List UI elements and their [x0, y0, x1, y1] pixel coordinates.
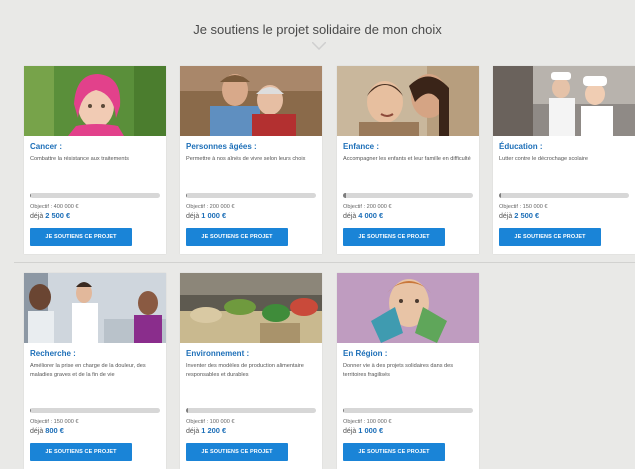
- progress-bar: [186, 193, 316, 198]
- support-project-button[interactable]: JE SOUTIENS CE PROJET: [186, 228, 288, 246]
- progress-bar: [30, 408, 160, 413]
- project-goal: Objectif : 100 000 €: [186, 419, 235, 425]
- project-photo-enfance: [337, 66, 479, 136]
- support-project-button[interactable]: JE SOUTIENS CE PROJET: [186, 443, 288, 461]
- raised-amount: 1 200 €: [201, 426, 227, 435]
- project-description: Permettre à nos aînés de vivre selon leu…: [186, 156, 306, 162]
- project-raised: déjà 2 500 €: [30, 211, 160, 222]
- project-goal: Objectif : 150 000 €: [499, 204, 548, 210]
- project-raised: déjà 2 500 €: [499, 211, 629, 222]
- project-goal: Objectif : 150 000 €: [30, 419, 79, 425]
- project-card-recherche: Recherche : Améliorer la prise en charge…: [24, 273, 166, 469]
- raised-prefix: déjà: [186, 213, 200, 220]
- support-project-button[interactable]: JE SOUTIENS CE PROJET: [30, 443, 132, 461]
- progress-fill: [30, 408, 32, 413]
- support-project-button[interactable]: JE SOUTIENS CE PROJET: [499, 228, 601, 246]
- project-goal: Objectif : 400 000 €: [30, 204, 79, 210]
- raised-amount: 2 500 €: [45, 211, 71, 220]
- raised-amount: 800 €: [45, 426, 64, 435]
- project-description: Lutter contre le décrochage scolaire: [499, 156, 588, 162]
- project-card-en-region: En Région : Donner vie à des projets sol…: [337, 273, 479, 469]
- raised-prefix: déjà: [343, 213, 357, 220]
- progress-bar: [30, 193, 160, 198]
- project-title: Enfance :: [343, 142, 380, 151]
- project-photo-education: [493, 66, 635, 136]
- support-project-button[interactable]: JE SOUTIENS CE PROJET: [30, 228, 132, 246]
- project-card-cancer: Cancer : Combattre la résistance aux tra…: [24, 66, 166, 254]
- raised-prefix: déjà: [30, 213, 44, 220]
- project-title: En Région :: [343, 349, 388, 358]
- project-description: Accompagner les enfants et leur famille …: [343, 156, 471, 162]
- progress-fill: [343, 193, 346, 198]
- project-description: Inventer des modèles de production alime…: [186, 363, 304, 378]
- project-goal: Objectif : 200 000 €: [343, 204, 392, 210]
- page-title: Je soutiens le projet solidaire de mon c…: [193, 22, 442, 37]
- project-description: Améliorer la prise en charge de la doule…: [30, 363, 146, 378]
- support-project-button[interactable]: JE SOUTIENS CE PROJET: [343, 443, 445, 461]
- raised-prefix: déjà: [343, 428, 357, 435]
- project-card-personnes-agees: Personnes âgées : Permettre à nos aînés …: [180, 66, 322, 254]
- progress-fill: [186, 408, 188, 413]
- raised-amount: 4 000 €: [358, 211, 384, 220]
- support-project-button[interactable]: JE SOUTIENS CE PROJET: [343, 228, 445, 246]
- progress-fill: [499, 193, 502, 198]
- progress-fill: [186, 193, 188, 198]
- progress-bar: [186, 408, 316, 413]
- progress-bar: [499, 193, 629, 198]
- progress-bar: [343, 408, 473, 413]
- project-photo-environnement: [180, 273, 322, 343]
- progress-fill: [343, 408, 345, 413]
- raised-amount: 2 500 €: [514, 211, 540, 220]
- project-goal: Objectif : 100 000 €: [343, 419, 392, 425]
- project-title: Éducation :: [499, 142, 543, 151]
- project-description: Combattre la résistance aux traitements: [30, 156, 129, 162]
- project-raised: déjà 4 000 €: [343, 211, 473, 222]
- project-card-environnement: Environnement : Inventer des modèles de …: [180, 273, 322, 469]
- row-divider: [14, 262, 635, 263]
- project-photo-en-region: [337, 273, 479, 343]
- raised-prefix: déjà: [186, 428, 200, 435]
- project-title: Recherche :: [30, 349, 76, 358]
- project-photo-cancer: [24, 66, 166, 136]
- project-photo-recherche: [24, 273, 166, 343]
- project-goal: Objectif : 200 000 €: [186, 204, 235, 210]
- project-card-enfance: Enfance : Accompagner les enfants et leu…: [337, 66, 479, 254]
- project-card-education: Éducation : Lutter contre le décrochage …: [493, 66, 635, 254]
- project-raised: déjà 800 €: [30, 426, 160, 437]
- raised-amount: 1 000 €: [201, 211, 227, 220]
- chevron-down-icon: [312, 42, 326, 50]
- project-raised: déjà 1 000 €: [186, 211, 316, 222]
- raised-prefix: déjà: [499, 213, 513, 220]
- project-raised: déjà 1 200 €: [186, 426, 316, 437]
- project-photo-personnes-agees: [180, 66, 322, 136]
- project-title: Cancer :: [30, 142, 63, 151]
- raised-prefix: déjà: [30, 428, 44, 435]
- raised-amount: 1 000 €: [358, 426, 384, 435]
- project-title: Environnement :: [186, 349, 250, 358]
- project-description: Donner vie à des projets solidaires dans…: [343, 363, 454, 378]
- progress-fill: [30, 193, 32, 198]
- project-title: Personnes âgées :: [186, 142, 257, 151]
- project-raised: déjà 1 000 €: [343, 426, 473, 437]
- progress-bar: [343, 193, 473, 198]
